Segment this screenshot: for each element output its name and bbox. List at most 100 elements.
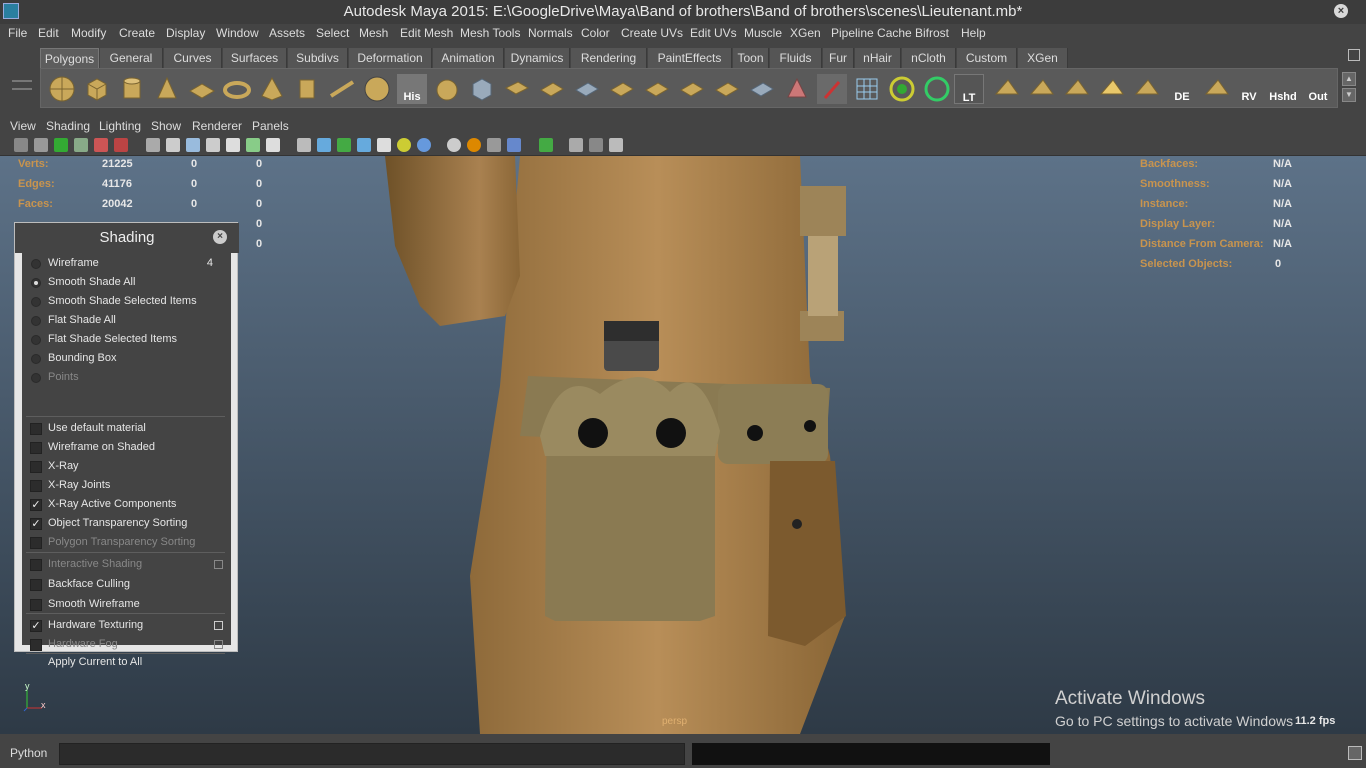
shelf-tab-fur[interactable]: Fur [823, 48, 854, 68]
shading-option-hardware-texturing[interactable]: ✓ Hardware Texturing [22, 616, 231, 635]
bevel-icon[interactable] [572, 74, 602, 104]
apply-current-to-all-button[interactable]: Apply Current to All [48, 656, 142, 668]
motion-blur-icon[interactable] [467, 138, 481, 152]
checkbox[interactable]: ✓ [30, 499, 42, 511]
shading-option-bounding-box[interactable]: Bounding Box [22, 349, 231, 368]
anti-aliasing-icon[interactable] [487, 138, 501, 152]
window-close-button[interactable]: × [1334, 4, 1348, 18]
shelf-tab-rendering[interactable]: Rendering [571, 48, 647, 68]
field-chart-icon[interactable] [226, 138, 240, 152]
checkbox[interactable]: ✓ [30, 518, 42, 530]
command-input[interactable] [59, 743, 685, 765]
radio-button[interactable] [31, 335, 41, 345]
radio-button[interactable] [31, 354, 41, 364]
split-polygon-icon[interactable] [712, 74, 742, 104]
spherical-mapping-icon[interactable] [922, 74, 952, 104]
poly-platonic-icon[interactable] [362, 74, 392, 104]
grid-icon[interactable] [146, 138, 160, 152]
poly-sphere-icon[interactable] [47, 74, 77, 104]
screen-space-ao-icon[interactable] [447, 138, 461, 152]
hshd-icon[interactable]: Hshd [1265, 74, 1301, 104]
image-plane-icon[interactable] [74, 138, 88, 152]
shelf-trash-icon[interactable] [1348, 49, 1360, 61]
default-light-icon[interactable] [397, 138, 411, 152]
isolate-select-icon[interactable] [539, 138, 553, 152]
append-polygon-icon[interactable] [677, 74, 707, 104]
gate-mask-icon[interactable] [206, 138, 220, 152]
menu-window[interactable]: Window [216, 26, 259, 40]
menu-mesh-tools[interactable]: Mesh Tools [460, 26, 520, 40]
panel-menu-panels[interactable]: Panels [252, 119, 289, 133]
xray-active-icon[interactable] [589, 138, 603, 152]
menu-select[interactable]: Select [316, 26, 349, 40]
safe-action-icon[interactable] [246, 138, 260, 152]
option-box-icon[interactable] [214, 621, 223, 630]
menu-muscle[interactable]: Muscle [744, 26, 782, 40]
menu-create[interactable]: Create [119, 26, 155, 40]
lt-icon[interactable]: LT [954, 74, 984, 104]
menu-edit-mesh[interactable]: Edit Mesh [400, 26, 453, 40]
menu-pipeline-cache[interactable]: Pipeline Cache [831, 26, 912, 40]
uv-move-sew-icon[interactable] [1132, 74, 1162, 104]
panel-menu-renderer[interactable]: Renderer [192, 119, 242, 133]
script-editor-icon[interactable] [1348, 746, 1362, 760]
shelf-tab-polygons[interactable]: Polygons [40, 48, 99, 68]
shelf-tab-xgen[interactable]: XGen [1018, 48, 1068, 68]
shelf-tab-subdivs[interactable]: Subdivs [288, 48, 348, 68]
checkbox[interactable] [30, 579, 42, 591]
checkbox[interactable] [30, 599, 42, 611]
radio-button[interactable] [31, 297, 41, 307]
depth-of-field-icon[interactable] [507, 138, 521, 152]
shading-option-smooth-shade-all[interactable]: Smooth Shade All [22, 273, 231, 292]
uv-sew-icon[interactable] [1097, 74, 1127, 104]
bookmarks-icon[interactable] [54, 138, 68, 152]
shading-panel-close-button[interactable]: × [213, 230, 227, 244]
shading-option-smooth-wireframe[interactable]: Smooth Wireframe [22, 595, 231, 614]
shelf-handle[interactable] [12, 74, 32, 114]
shelf-tab-dynamics[interactable]: Dynamics [505, 48, 570, 68]
checkbox[interactable] [30, 480, 42, 492]
shading-option-x-ray-joints[interactable]: X-Ray Joints [22, 476, 231, 495]
poly-helix-icon[interactable] [327, 74, 357, 104]
panel-menu-show[interactable]: Show [151, 119, 181, 133]
resolution-gate-icon[interactable] [186, 138, 200, 152]
insert-edge-loop-icon[interactable] [747, 74, 777, 104]
separate-icon[interactable] [467, 74, 497, 104]
menu-mesh[interactable]: Mesh [359, 26, 388, 40]
checkbox[interactable] [30, 461, 42, 473]
uv-editor-icon[interactable] [852, 74, 882, 104]
shading-option-x-ray-active-components[interactable]: ✓ X-Ray Active Components [22, 495, 231, 514]
rv-icon[interactable]: RV [1234, 74, 1264, 104]
shading-option-object-transparency-sorting[interactable]: ✓ Object Transparency Sorting [22, 514, 231, 533]
two-d-pan-zoom-icon[interactable] [114, 138, 128, 152]
shading-option-backface-culling[interactable]: Backface Culling [22, 575, 231, 594]
sculpt-icon[interactable] [782, 74, 812, 104]
menu-file[interactable]: File [8, 26, 27, 40]
menu-bifrost[interactable]: Bifrost [915, 26, 949, 40]
shelf-tab-animation[interactable]: Animation [433, 48, 504, 68]
shelf-scroll-down-button[interactable]: ▼ [1342, 88, 1356, 102]
paint-tool-icon[interactable] [817, 74, 847, 104]
radio-button[interactable] [31, 278, 41, 288]
menu-help[interactable]: Help [961, 26, 986, 40]
safe-title-icon[interactable] [266, 138, 280, 152]
menu-edit[interactable]: Edit [38, 26, 59, 40]
menu-edit-uvs[interactable]: Edit UVs [690, 26, 737, 40]
poly-cone-icon[interactable] [152, 74, 182, 104]
shading-option-wireframe-on-shaded[interactable]: Wireframe on Shaded [22, 438, 231, 457]
automatic-mapping-icon[interactable] [887, 74, 917, 104]
shelf-tab-painteffects[interactable]: PaintEffects [648, 48, 732, 68]
shelf-tab-nhair[interactable]: nHair [855, 48, 901, 68]
shading-option-smooth-shade-selected-items[interactable]: Smooth Shade Selected Items [22, 292, 231, 311]
poly-cylinder-icon[interactable] [117, 74, 147, 104]
bridge-icon[interactable] [642, 74, 672, 104]
menu-assets[interactable]: Assets [269, 26, 305, 40]
shelf-tab-curves[interactable]: Curves [164, 48, 222, 68]
combine-icon[interactable] [432, 74, 462, 104]
de-icon[interactable]: DE [1167, 74, 1197, 104]
poly-cube-icon[interactable] [82, 74, 112, 104]
shelf-scroll-up-button[interactable]: ▲ [1342, 72, 1356, 86]
menu-display[interactable]: Display [166, 26, 205, 40]
grease-pencil-icon[interactable] [94, 138, 108, 152]
menu-xgen[interactable]: XGen [790, 26, 821, 40]
